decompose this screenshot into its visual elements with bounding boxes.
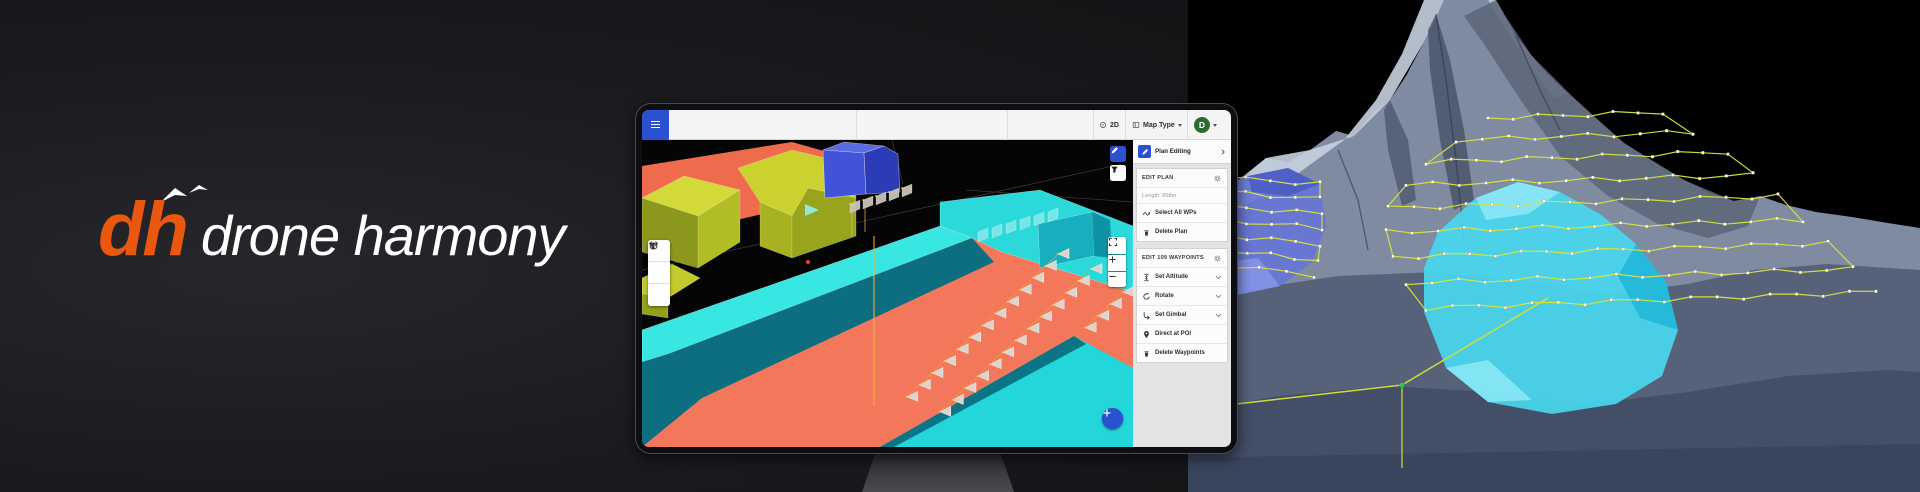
sidebar-item-set-gimbal[interactable]: Set Gimbal [1137,305,1227,324]
zoom-in-button[interactable] [1108,255,1126,271]
app-main: Plan Editing EDIT PLAN Length: 858m Sele… [642,140,1231,447]
menu-button[interactable] [642,110,669,140]
app-screen: 2D Map Type D Plan Editing EDIT PLAN Len… [642,110,1231,447]
edit-waypoints-group: EDIT 109 WAYPOINTS Set Altitude Rotate S… [1136,248,1228,363]
sidebar-item-delete-waypoints[interactable]: Delete Waypoints [1137,343,1227,362]
chevron-down-icon [1215,294,1222,298]
pencil-icon [1141,148,1148,155]
site-3d-scene [642,140,1133,447]
gimbal-icon [1143,311,1150,320]
topbar-divider [1125,110,1126,140]
plus-icon [1109,256,1116,263]
map-type-label: Map Type [1143,121,1175,129]
plan-editing-chip [1138,145,1151,158]
terrain-scene [1188,0,1920,492]
topbar-divider [1007,110,1008,140]
monitor-stand [862,452,1014,492]
monitor: 2D Map Type D Plan Editing EDIT PLAN Len… [635,103,1238,454]
sidebar-item-set-altitude[interactable]: Set Altitude [1137,267,1227,286]
mode-2d-icon [1100,122,1106,128]
add-plan-fab[interactable] [1102,408,1123,429]
map-3d-viewport[interactable] [642,140,1133,447]
hamburger-icon [651,121,660,128]
map-icon [1132,122,1140,128]
sidebar-item-delete-plan[interactable]: Delete Plan [1137,222,1227,241]
edit-plan-settings-button[interactable] [1213,174,1222,183]
mode-2d-label: 2D [1110,121,1119,129]
plus-icon [1103,409,1111,417]
edit-waypoints-section-title: EDIT 109 WAYPOINTS [1137,249,1227,267]
select-all-icon [1142,211,1151,216]
logo-dh-text: dh [98,187,189,272]
logo-name-text: drone harmony [200,204,566,267]
chevron-down-icon [1215,275,1222,279]
app-topbar: 2D Map Type D [642,110,1231,140]
edit-plan-group: EDIT PLAN Length: 858m Select All WPs De… [1136,168,1228,242]
chevron-down-icon [1213,123,1217,127]
chevron-down-icon [1177,123,1182,127]
gear-icon [1214,254,1221,262]
plan-editing-header[interactable]: Plan Editing [1133,140,1231,164]
plan-length-label: Length: 858m [1137,187,1227,203]
filter-icon [1111,166,1118,174]
redo-icon [649,241,659,250]
trash-icon [1144,350,1149,357]
plan-editing-sidebar: Plan Editing EDIT PLAN Length: 858m Sele… [1133,140,1231,447]
edit-plan-section-title: EDIT PLAN [1137,169,1227,187]
zoom-out-button[interactable] [1108,272,1126,287]
toggle-2d-button[interactable]: 2D [1099,110,1119,140]
edit-waypoints-settings-button[interactable] [1213,254,1222,263]
minus-icon [1109,276,1116,277]
rotate-icon [1143,292,1150,300]
topbar-divider [1187,110,1188,140]
fit-view-icon [1109,238,1117,246]
sidebar-item-direct-at-poi[interactable]: Direct at POI [1137,324,1227,343]
pencil-icon [1111,147,1118,154]
sidebar-item-rotate[interactable]: Rotate [1137,286,1227,305]
sidebar-item-select-all-wps[interactable]: Select All WPs [1137,203,1227,222]
gear-icon [1214,174,1221,182]
drone-harmony-logo: dh drone harmony [98,187,566,272]
chevron-down-icon [1215,313,1222,317]
topbar-divider [1093,110,1094,140]
poi-pin-icon [1144,330,1149,338]
altitude-icon [1144,273,1149,281]
viewport-toolbar [648,240,670,306]
account-menu[interactable]: D [1194,110,1217,140]
draw-plan-button[interactable] [1110,146,1126,162]
panel-title: Plan Editing [1155,148,1191,155]
undo-button[interactable] [648,241,670,284]
fit-view-button[interactable] [1108,237,1126,254]
chevron-right-icon [1221,149,1225,154]
trash-icon [1144,229,1149,236]
redo-button[interactable] [648,241,670,306]
map-type-button[interactable]: Map Type [1132,110,1182,140]
topbar-divider [856,110,857,140]
terrain-3d-render [1188,0,1920,492]
filter-button[interactable] [1110,165,1126,181]
hero-banner: dh drone harmony 2D Map Type D Plan Edit… [0,0,1920,492]
avatar: D [1194,117,1210,133]
